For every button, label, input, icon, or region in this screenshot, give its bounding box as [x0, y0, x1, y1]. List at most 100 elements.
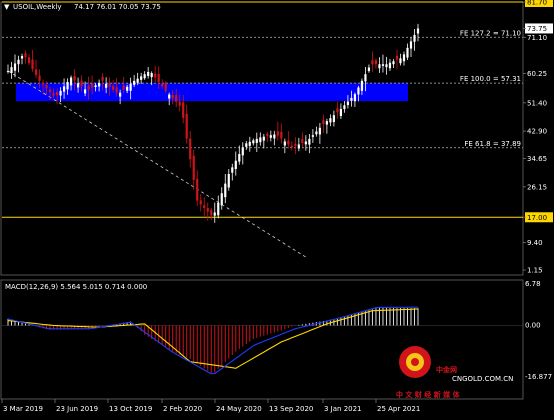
fib-level-label: FE 61.8 = 37.89	[464, 140, 521, 148]
candle-body	[10, 67, 13, 74]
ohlc-readout: 74.17 76.01 70.05 73.75	[74, 3, 161, 11]
candle-body	[252, 140, 255, 144]
candle-body	[41, 82, 45, 85]
candle-body	[210, 209, 213, 216]
time-axis-label: 24 May 2020	[216, 405, 262, 413]
candle-body	[164, 83, 167, 91]
time-axis-label: 13 Oct 2019	[109, 405, 152, 413]
candle-body	[94, 85, 97, 88]
price-axis-label: 71.10	[527, 34, 547, 42]
fib-level-label: FE 100.0 = 57.31	[460, 75, 521, 83]
candle-body	[38, 75, 41, 81]
candle-body	[13, 63, 17, 71]
candle-body	[17, 59, 20, 65]
candle-body	[48, 89, 52, 92]
candle-body	[409, 41, 413, 49]
watermark-brand: 中金网	[436, 365, 457, 374]
candle-body	[227, 174, 230, 188]
candle-body	[87, 85, 90, 90]
candle-body	[108, 82, 111, 87]
candle-body	[367, 67, 371, 72]
macd-axis-label: 6.78	[525, 280, 541, 288]
candle-body	[402, 54, 406, 62]
candle-body	[332, 115, 335, 122]
price-axis-label: 9.40	[527, 239, 543, 247]
candle-body	[119, 92, 122, 97]
candle-body	[287, 140, 290, 145]
candle-body	[283, 141, 286, 146]
candle-body	[276, 131, 279, 136]
candle-body	[59, 90, 62, 96]
symbol-label[interactable]: USOIL,Weekly	[13, 3, 62, 11]
candle-body	[294, 143, 297, 146]
candle-body	[98, 83, 101, 87]
candle-body	[133, 80, 136, 85]
candle-body	[189, 138, 192, 160]
time-axis-label: 2 Feb 2020	[163, 405, 202, 413]
candle-body	[27, 57, 31, 64]
candle-body	[34, 69, 38, 75]
candle-body	[178, 101, 181, 106]
candle-body	[357, 87, 360, 95]
candle-body	[154, 73, 157, 78]
price-axis-label: 73.75	[527, 25, 547, 33]
candle-body	[101, 76, 104, 81]
candle-body	[385, 64, 388, 68]
candle-body	[290, 145, 293, 148]
candle-body	[196, 178, 199, 201]
candle-body	[315, 131, 318, 135]
candle-body	[185, 113, 188, 139]
price-axis-label: 51.40	[527, 99, 547, 107]
candle-body	[105, 83, 108, 88]
candle-body	[280, 131, 283, 139]
candle-body	[182, 102, 185, 118]
candle-body	[350, 97, 353, 101]
candle-body	[203, 205, 206, 209]
watermark-url: CNGOLD.COM.CN	[452, 375, 513, 383]
candle-body	[147, 71, 150, 76]
price-axis-label: 26.15	[527, 183, 547, 191]
candle-body	[62, 86, 66, 92]
candle-body	[192, 155, 195, 180]
candle-body	[199, 200, 202, 205]
price-axis-label: 81.70	[527, 0, 547, 7]
candle-body	[343, 105, 346, 110]
candle-body	[66, 81, 69, 90]
candle-body	[381, 64, 385, 66]
chart-window[interactable]: FE 127.2 = 71.10 FE 100.0 = 57.31 FE 61.8 …	[0, 0, 554, 416]
candle-body	[364, 74, 367, 82]
candle-body	[129, 83, 132, 91]
macd-axis-label: -16.877	[525, 373, 552, 381]
candle-body	[392, 61, 395, 65]
candle-body	[140, 76, 143, 80]
price-axis-label: 17.00	[527, 214, 547, 222]
candle-body	[325, 121, 328, 125]
candle-body	[6, 70, 10, 72]
candle-body	[329, 118, 332, 123]
candle-body	[255, 138, 258, 143]
symbol-dropdown-icon[interactable]: ▼	[4, 3, 10, 11]
candle-body	[406, 47, 409, 58]
candle-body	[273, 134, 276, 139]
candle-body	[346, 101, 350, 106]
candle-body	[231, 167, 234, 173]
candle-body	[259, 137, 262, 143]
candle-body	[45, 85, 48, 89]
candle-body	[73, 76, 76, 81]
candle-body	[266, 133, 269, 136]
time-axis-label: 3 Mar 2019	[3, 405, 43, 413]
candle-body	[245, 143, 248, 147]
candle-body	[52, 93, 55, 96]
candle-body	[318, 127, 321, 135]
candle-body	[20, 56, 24, 59]
macd-axis-label: 0.00	[525, 322, 541, 330]
watermark-tagline: 中 文 财 经 新 媒 体	[396, 390, 461, 399]
candle-body	[143, 74, 146, 79]
candle-body	[136, 78, 139, 83]
candle-body	[55, 92, 59, 96]
fib-level-label: FE 127.2 = 71.10	[460, 29, 521, 37]
candle-body	[112, 86, 115, 90]
candle-body	[122, 85, 125, 90]
time-axis-label: 3 Jan 2021	[324, 405, 362, 413]
candle-body	[388, 62, 392, 69]
